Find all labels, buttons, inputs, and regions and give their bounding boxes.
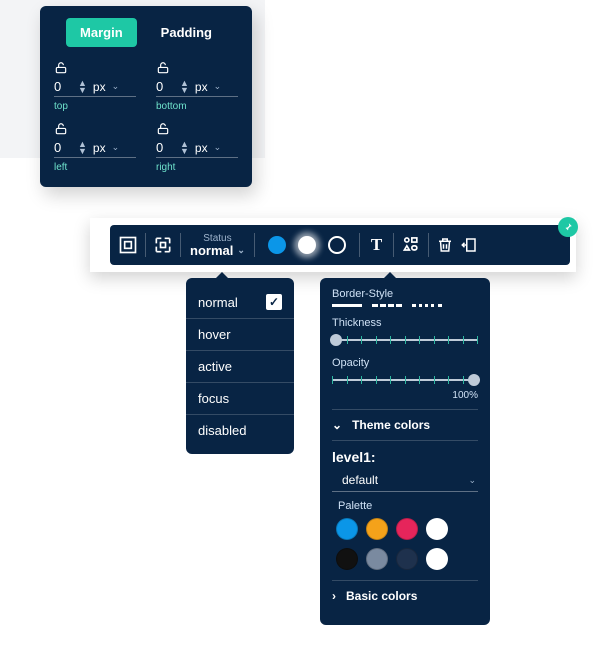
side-label: bottom bbox=[156, 101, 238, 112]
unit-label: px bbox=[195, 141, 208, 155]
border-style-solid[interactable] bbox=[332, 304, 362, 307]
theme-colors-toggle[interactable]: ⌄ Theme colors bbox=[332, 409, 478, 441]
status-option-label: focus bbox=[198, 391, 229, 406]
select-parent-icon[interactable] bbox=[118, 225, 138, 265]
border-style-dotted[interactable] bbox=[412, 304, 442, 307]
border-color-button[interactable] bbox=[322, 225, 352, 265]
side-label: right bbox=[156, 162, 238, 173]
pin-badge[interactable] bbox=[558, 217, 578, 237]
status-option-label: normal bbox=[198, 295, 238, 310]
stepper-icon[interactable]: ▲▼ bbox=[78, 80, 87, 94]
border-style-dashed[interactable] bbox=[372, 304, 402, 307]
stepper-icon[interactable]: ▲▼ bbox=[78, 141, 87, 155]
delete-icon[interactable] bbox=[436, 225, 454, 265]
stepper-icon[interactable]: ▲▼ bbox=[180, 141, 189, 155]
spacing-right: 0 ▲▼ px ⌄ right bbox=[156, 122, 238, 173]
color-swatch[interactable] bbox=[396, 518, 418, 540]
spacing-panel: Margin Padding 0 ▲▼ px ⌄ top 0 ▲▼ px bbox=[40, 6, 252, 187]
glow-color-button[interactable] bbox=[292, 225, 322, 265]
layout-icon[interactable] bbox=[153, 225, 173, 265]
status-value: normal bbox=[190, 244, 233, 257]
spacing-bottom: 0 ▲▼ px ⌄ bottom bbox=[156, 61, 238, 112]
status-option-normal[interactable]: normal ✓ bbox=[186, 286, 294, 319]
fill-color-button[interactable] bbox=[262, 225, 292, 265]
status-option-active[interactable]: active bbox=[186, 351, 294, 383]
border-style-label: Border-Style bbox=[332, 288, 478, 300]
tab-margin[interactable]: Margin bbox=[66, 18, 137, 47]
level-select[interactable]: default ⌄ bbox=[332, 469, 478, 492]
status-option-label: hover bbox=[198, 327, 231, 342]
color-swatch[interactable] bbox=[336, 548, 358, 570]
color-swatch[interactable] bbox=[366, 548, 388, 570]
unit-label: px bbox=[93, 141, 106, 155]
status-option-label: disabled bbox=[198, 423, 246, 438]
chevron-down-icon[interactable]: ⌄ bbox=[112, 142, 120, 153]
side-label: top bbox=[54, 101, 136, 112]
basic-colors-label: Basic colors bbox=[346, 589, 417, 603]
unlock-icon[interactable] bbox=[156, 122, 238, 136]
color-swatch[interactable] bbox=[396, 548, 418, 570]
check-icon: ✓ bbox=[266, 294, 282, 310]
element-toolbar: Status normal ⌄ T bbox=[110, 225, 570, 265]
level-select-value: default bbox=[342, 473, 378, 487]
status-option-disabled[interactable]: disabled bbox=[186, 415, 294, 446]
spacing-left: 0 ▲▼ px ⌄ left bbox=[54, 122, 136, 173]
palette-label: Palette bbox=[338, 500, 478, 512]
basic-colors-toggle[interactable]: › Basic colors bbox=[332, 580, 478, 611]
unit-label: px bbox=[195, 80, 208, 94]
status-label: Status bbox=[203, 234, 231, 244]
status-menu: normal ✓ hover active focus disabled bbox=[186, 278, 294, 454]
export-icon[interactable] bbox=[460, 225, 478, 265]
opacity-label: Opacity bbox=[332, 357, 478, 369]
spacing-right-value[interactable]: 0 bbox=[156, 140, 178, 155]
level-label: level1: bbox=[332, 449, 478, 465]
chevron-down-icon[interactable]: ⌄ bbox=[112, 81, 120, 92]
components-icon[interactable] bbox=[401, 225, 421, 265]
unit-label: px bbox=[93, 80, 106, 94]
opacity-value: 100% bbox=[452, 390, 478, 401]
spacing-top: 0 ▲▼ px ⌄ top bbox=[54, 61, 136, 112]
status-option-label: active bbox=[198, 359, 232, 374]
color-swatch[interactable] bbox=[366, 518, 388, 540]
color-swatch[interactable] bbox=[426, 548, 448, 570]
slider-thumb[interactable] bbox=[468, 374, 480, 386]
spacing-tabs: Margin Padding bbox=[54, 18, 238, 47]
chevron-down-icon: ⌄ bbox=[468, 475, 476, 486]
status-option-focus[interactable]: focus bbox=[186, 383, 294, 415]
spacing-left-value[interactable]: 0 bbox=[54, 140, 76, 155]
theme-colors-label: Theme colors bbox=[352, 418, 430, 432]
side-label: left bbox=[54, 162, 136, 173]
chevron-down-icon: ⌄ bbox=[332, 418, 342, 432]
color-swatch[interactable] bbox=[426, 518, 448, 540]
status-option-hover[interactable]: hover bbox=[186, 319, 294, 351]
unlock-icon[interactable] bbox=[156, 61, 238, 75]
opacity-slider[interactable]: 100% bbox=[332, 373, 478, 387]
palette-swatches bbox=[332, 518, 478, 580]
thickness-slider[interactable] bbox=[332, 333, 478, 347]
status-dropdown[interactable]: Status normal ⌄ bbox=[188, 225, 247, 265]
spacing-bottom-value[interactable]: 0 bbox=[156, 79, 178, 94]
typography-button[interactable]: T bbox=[371, 225, 382, 265]
spacing-top-value[interactable]: 0 bbox=[54, 79, 76, 94]
tab-padding[interactable]: Padding bbox=[147, 18, 226, 47]
chevron-right-icon: › bbox=[332, 589, 336, 603]
unlock-icon[interactable] bbox=[54, 61, 136, 75]
chevron-down-icon[interactable]: ⌄ bbox=[214, 142, 222, 153]
color-swatch[interactable] bbox=[336, 518, 358, 540]
chevron-down-icon[interactable]: ⌄ bbox=[214, 81, 222, 92]
unlock-icon[interactable] bbox=[54, 122, 136, 136]
thickness-label: Thickness bbox=[332, 317, 478, 329]
appearance-panel: Border-Style Thickness Opacity 100% ⌄ Th… bbox=[320, 278, 490, 625]
slider-thumb[interactable] bbox=[330, 334, 342, 346]
stepper-icon[interactable]: ▲▼ bbox=[180, 80, 189, 94]
chevron-down-icon: ⌄ bbox=[237, 246, 245, 255]
